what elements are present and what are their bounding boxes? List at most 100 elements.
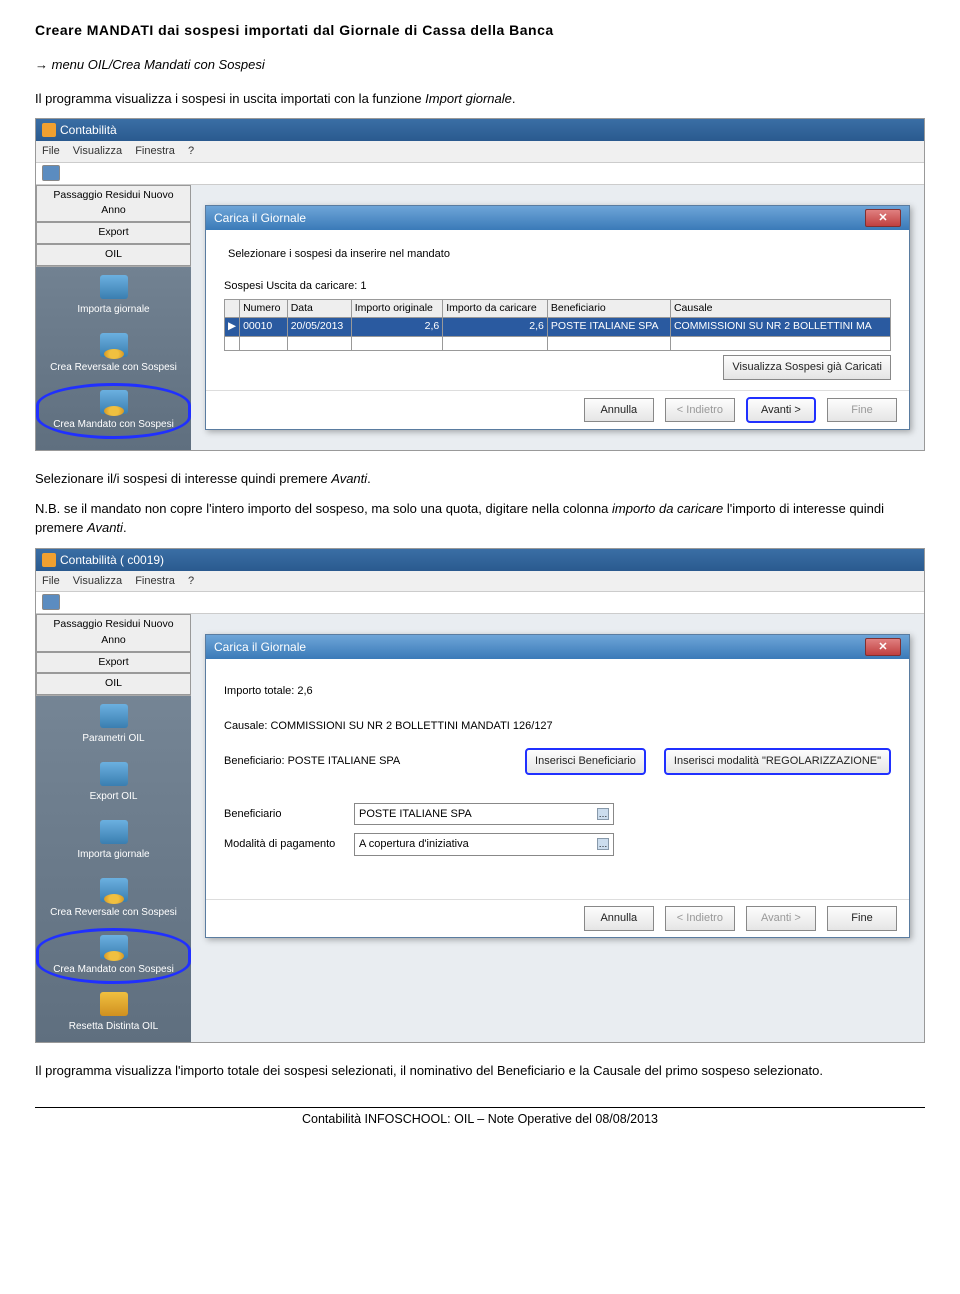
cancel-button[interactable]: Annulla <box>584 906 654 931</box>
sidebar-importa-giornale[interactable]: Importa giornale <box>36 812 191 870</box>
sidebar-crea-mandato[interactable]: Crea Mandato con Sospesi <box>36 928 191 984</box>
beneficiario-input[interactable]: POSTE ITALIANE SPA … <box>354 803 614 826</box>
back-button: < Indietro <box>665 398 735 423</box>
export-icon <box>100 762 128 786</box>
menu-visualizza[interactable]: Visualizza <box>73 145 122 157</box>
sidebar-label: Resetta Distinta OIL <box>69 1021 158 1032</box>
close-icon[interactable]: ✕ <box>865 209 901 227</box>
page-footer: Contabilità INFOSCHOOL: OIL – Note Opera… <box>35 1107 925 1129</box>
dialog-title: Carica il Giornale <box>214 209 306 227</box>
sidebar-label: Importa giornale <box>77 849 149 860</box>
side-passaggio[interactable]: Passaggio Residui Nuovo Anno <box>36 185 191 223</box>
next-button: Avanti > <box>746 906 816 931</box>
col-data: Data <box>287 299 351 318</box>
main-area: Carica il Giornale ✕ Selezionare i sospe… <box>191 185 924 451</box>
app-icon <box>42 123 56 137</box>
inserisci-regolarizzazione-button[interactable]: Inserisci modalità "REGOLARIZZAZIONE" <box>664 748 891 775</box>
menubar: File Visualizza Finestra ? <box>36 571 924 593</box>
cell-benef: POSTE ITALIANE SPA <box>547 318 670 337</box>
side-passaggio[interactable]: Passaggio Residui Nuovo Anno <box>36 614 191 652</box>
mandato-icon <box>100 935 128 959</box>
doc-title: Creare MANDATI dai sospesi importati dal… <box>35 20 925 41</box>
importo-totale: Importo totale: 2,6 <box>224 683 891 700</box>
cell-causale: COMMISSIONI SU NR 2 BOLLETTINI MA <box>670 318 890 337</box>
side-oil[interactable]: OIL <box>36 673 191 695</box>
sidebar-label: Crea Reversale con Sospesi <box>50 907 177 918</box>
toolbar-button[interactable] <box>42 165 60 181</box>
close-icon[interactable]: ✕ <box>865 638 901 656</box>
reversale-icon <box>100 878 128 902</box>
sidebar-importa-giornale[interactable]: Importa giornale <box>36 267 191 325</box>
dialog-instruction: Selezionare i sospesi da inserire nel ma… <box>228 246 891 263</box>
footer-text: Contabilità INFOSCHOOL: OIL – Note Opera… <box>35 1110 925 1129</box>
sidebar-crea-reversale[interactable]: Crea Reversale con Sospesi <box>36 325 191 383</box>
side-oil[interactable]: OIL <box>36 244 191 266</box>
mandato-icon <box>100 390 128 414</box>
sidebar-label: Crea Mandato con Sospesi <box>53 419 174 430</box>
sidebar-label: Export OIL <box>90 791 138 802</box>
sidebar-parametri-oil[interactable]: Parametri OIL <box>36 696 191 754</box>
sidebar-resetta-distinta[interactable]: Resetta Distinta OIL <box>36 984 191 1042</box>
inserisci-beneficiario-button[interactable]: Inserisci Beneficiario <box>525 748 646 775</box>
app-title: Contabilità <box>60 121 117 139</box>
next-button[interactable]: Avanti > <box>746 397 816 424</box>
label-modalita: Modalità di pagamento <box>224 836 354 853</box>
cell-imp-car[interactable]: 2,6 <box>443 318 548 337</box>
mid-paragraph-1: Selezionare il/i sospesi di interesse qu… <box>35 469 925 489</box>
label-beneficiario: Beneficiario <box>224 806 354 823</box>
menu-finestra[interactable]: Finestra <box>135 575 175 587</box>
sidebar-export-oil[interactable]: Export OIL <box>36 754 191 812</box>
sidebar-crea-reversale[interactable]: Crea Reversale con Sospesi <box>36 870 191 928</box>
btn-visualizza-caricati[interactable]: Visualizza Sospesi già Caricati <box>723 355 891 380</box>
finish-button[interactable]: Fine <box>827 906 897 931</box>
col-importo-originale: Importo originale <box>351 299 443 318</box>
modalita-value: A copertura d'iniziativa <box>359 836 469 853</box>
sidebar-label: Parametri OIL <box>82 733 144 744</box>
screenshot-2: Contabilità ( c0019) File Visualizza Fin… <box>35 548 925 1044</box>
app-titlebar: Contabilità ( c0019) <box>36 549 924 571</box>
intro-paragraph: Il programma visualizza i sospesi in usc… <box>35 89 925 109</box>
row-marker-icon: ▶ <box>225 318 240 337</box>
app-titlebar: Contabilità <box>36 119 924 141</box>
dialog-carica-giornale: Carica il Giornale ✕ Selezionare i sospe… <box>205 205 910 431</box>
sidebar-label: Importa giornale <box>77 304 149 315</box>
side-export[interactable]: Export <box>36 652 191 674</box>
menu-help[interactable]: ? <box>188 145 194 157</box>
table-row-empty <box>225 337 891 351</box>
cell-data: 20/05/2013 <box>287 318 351 337</box>
parametri-icon <box>100 704 128 728</box>
main-area: Carica il Giornale ✕ Importo totale: 2,6… <box>191 614 924 1042</box>
import-icon <box>100 275 128 299</box>
cell-numero: 00010 <box>240 318 288 337</box>
toolbar-button[interactable] <box>42 594 60 610</box>
dialog-title: Carica il Giornale <box>214 638 306 656</box>
menu-help[interactable]: ? <box>188 575 194 587</box>
menu-file[interactable]: File <box>42 575 60 587</box>
sidebar-crea-mandato[interactable]: Crea Mandato con Sospesi <box>36 383 191 439</box>
menu-file[interactable]: File <box>42 145 60 157</box>
beneficiario-text: Beneficiario: POSTE ITALIANE SPA <box>224 753 444 770</box>
menu-path: → menu OIL/Crea Mandati con Sospesi <box>35 55 925 75</box>
outro-paragraph: Il programma visualizza l'importo totale… <box>35 1061 925 1081</box>
modalita-input[interactable]: A copertura d'iniziativa … <box>354 833 614 856</box>
sidebar: Passaggio Residui Nuovo Anno Export OIL … <box>36 614 191 1042</box>
col-numero: Numero <box>240 299 288 318</box>
app-icon <box>42 553 56 567</box>
finish-button: Fine <box>827 398 897 423</box>
col-causale: Causale <box>670 299 890 318</box>
beneficiario-value: POSTE ITALIANE SPA <box>359 806 472 823</box>
side-export[interactable]: Export <box>36 222 191 244</box>
mid-paragraph-2: N.B. se il mandato non copre l'intero im… <box>35 499 925 538</box>
screenshot-1: Contabilità File Visualizza Finestra ? P… <box>35 118 925 451</box>
toolbar <box>36 163 924 185</box>
menu-visualizza[interactable]: Visualizza <box>73 575 122 587</box>
menu-finestra[interactable]: Finestra <box>135 145 175 157</box>
sidebar-label: Crea Reversale con Sospesi <box>50 362 177 373</box>
import-icon <box>100 820 128 844</box>
lookup-icon[interactable]: … <box>597 838 609 850</box>
cancel-button[interactable]: Annulla <box>584 398 654 423</box>
lookup-icon[interactable]: … <box>597 808 609 820</box>
table-row[interactable]: ▶ 00010 20/05/2013 2,6 2,6 POSTE ITALIAN… <box>225 318 891 337</box>
toolbar <box>36 592 924 614</box>
sospesi-table[interactable]: Numero Data Importo originale Importo da… <box>224 299 891 352</box>
